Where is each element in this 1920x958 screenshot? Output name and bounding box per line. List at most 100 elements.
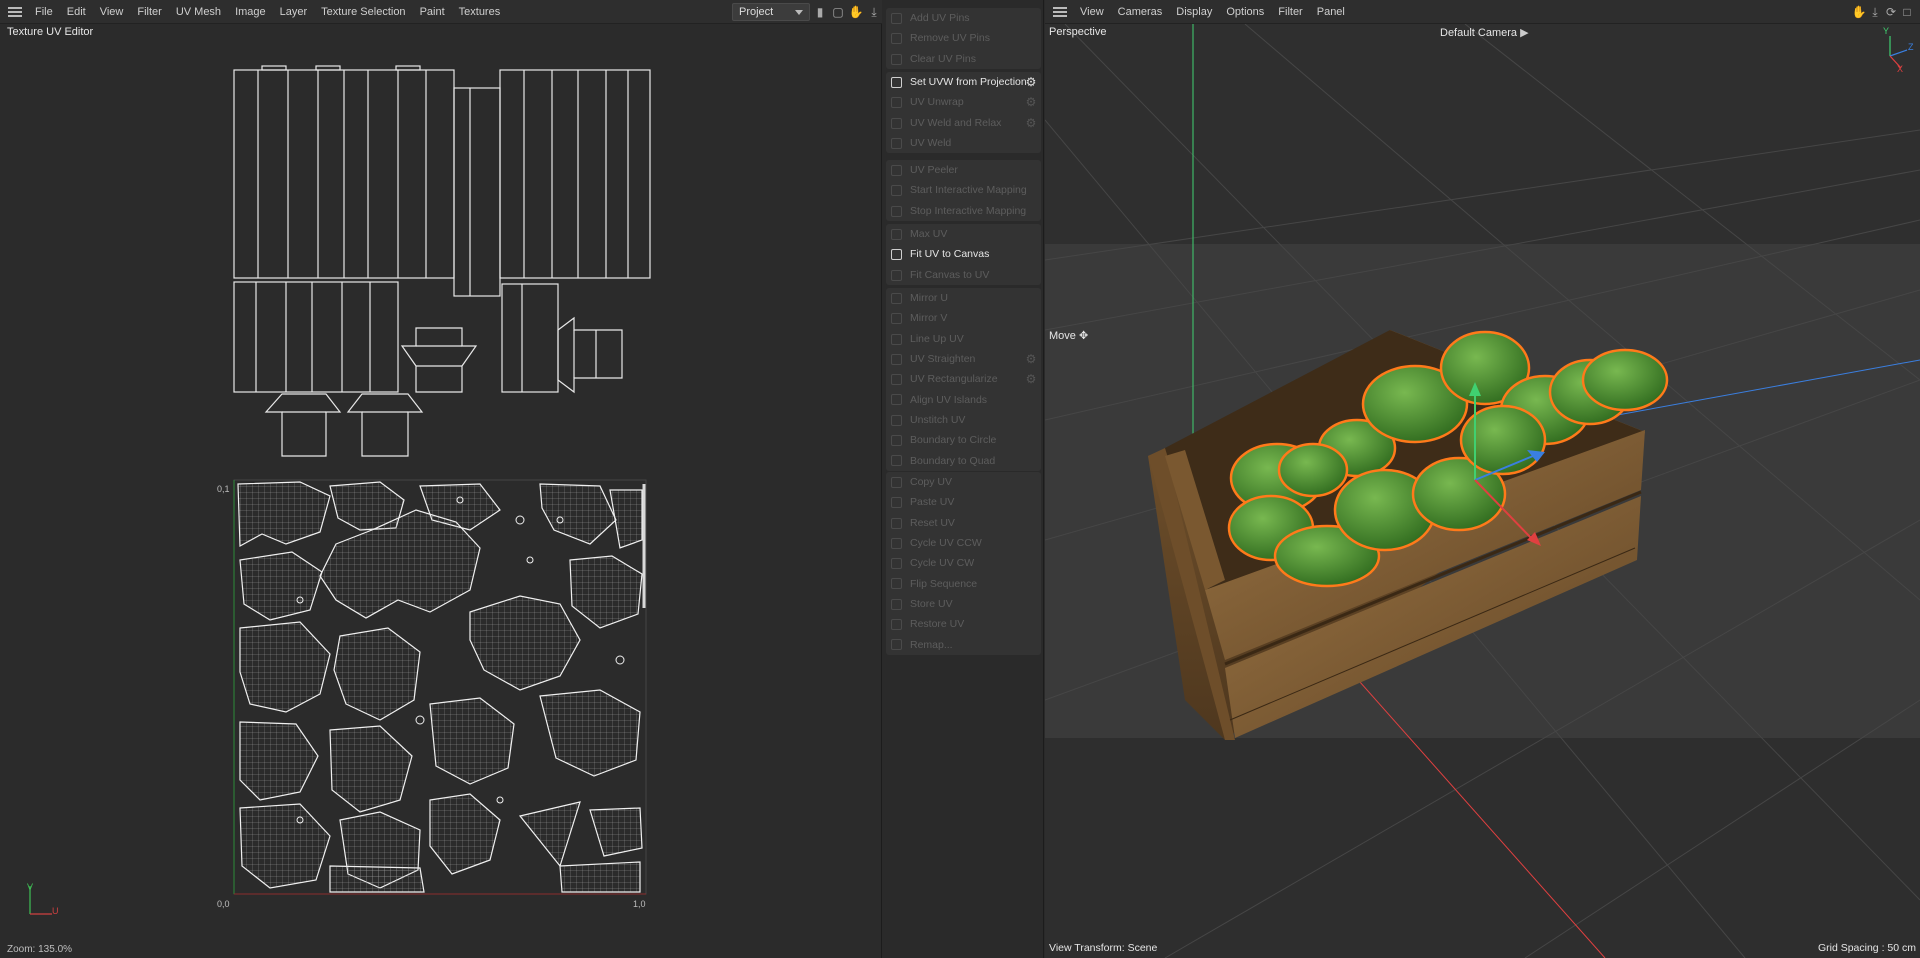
command-uv-weld-and-relax[interactable]: UV Weld and Relax ⚙ bbox=[886, 113, 1041, 133]
command-start-interactive-mapping[interactable]: Start Interactive Mapping bbox=[886, 180, 1041, 200]
command-unstitch-uv[interactable]: Unstitch UV bbox=[886, 410, 1041, 430]
command-label: Align UV Islands bbox=[910, 393, 988, 406]
command-fit-canvas-to-uv[interactable]: Fit Canvas to UV bbox=[886, 265, 1041, 285]
gear-icon[interactable]: ⚙ bbox=[1025, 353, 1037, 365]
rotate-view-icon[interactable]: ⟳ bbox=[1883, 4, 1899, 20]
gear-icon[interactable]: ⚙ bbox=[1025, 96, 1037, 108]
uv-menu-image[interactable]: Image bbox=[228, 0, 273, 24]
camera-name[interactable]: Default Camera ▶ bbox=[1440, 26, 1529, 39]
command-reset-uv[interactable]: Reset UV bbox=[886, 513, 1041, 533]
align-uv-islands-icon bbox=[891, 394, 902, 406]
project-dropdown[interactable]: Project bbox=[732, 3, 810, 21]
view-name: Perspective bbox=[1049, 26, 1107, 38]
command-max-uv[interactable]: Max UV bbox=[886, 224, 1041, 244]
gear-icon[interactable]: ⚙ bbox=[1025, 76, 1037, 88]
pan-hand-icon[interactable]: ✋ bbox=[848, 4, 864, 20]
maximize-view-icon[interactable]: □ bbox=[1899, 4, 1915, 20]
viewport-menu-options[interactable]: Options bbox=[1219, 0, 1271, 24]
uv-menu-view[interactable]: View bbox=[93, 0, 131, 24]
gear-icon[interactable]: ⚙ bbox=[1025, 373, 1037, 385]
command-restore-uv[interactable]: Restore UV bbox=[886, 614, 1041, 634]
command-align-uv-islands[interactable]: Align UV Islands bbox=[886, 389, 1041, 409]
command-mirror-v[interactable]: Mirror V bbox=[886, 308, 1041, 328]
gear-icon[interactable]: ⚙ bbox=[1025, 117, 1037, 129]
command-cycle-uv-ccw[interactable]: Cycle UV CCW bbox=[886, 533, 1041, 553]
command-label: UV Unwrap bbox=[910, 96, 964, 109]
command-label: Add UV Pins bbox=[910, 12, 970, 25]
uv-gizmo-u-label: U bbox=[52, 906, 59, 916]
hamburger-menu-icon[interactable] bbox=[1053, 6, 1067, 17]
uv-menu-paint[interactable]: Paint bbox=[413, 0, 452, 24]
command-clear-uv-pins[interactable]: Clear UV Pins bbox=[886, 49, 1041, 69]
add-uv-pins-icon bbox=[891, 13, 902, 24]
command-remove-uv-pins[interactable]: Remove UV Pins bbox=[886, 28, 1041, 48]
command-stop-interactive-mapping[interactable]: Stop Interactive Mapping bbox=[886, 201, 1041, 221]
histogram-icon[interactable]: ▮ bbox=[812, 4, 828, 20]
3d-viewport[interactable]: View Cameras Display Options Filter Panel ✋ ⤓… bbox=[1045, 0, 1920, 958]
command-uv-peeler[interactable]: UV Peeler bbox=[886, 160, 1041, 180]
command-label: Fit Canvas to UV bbox=[910, 268, 990, 281]
pan-hand-icon[interactable]: ✋ bbox=[1851, 4, 1867, 20]
viewport-menu-cameras[interactable]: Cameras bbox=[1111, 0, 1170, 24]
cycle-uv-ccw-icon bbox=[891, 537, 902, 549]
command-label: UV Weld bbox=[910, 137, 952, 150]
command-copy-uv[interactable]: Copy UV bbox=[886, 472, 1041, 492]
viewport-menu-display[interactable]: Display bbox=[1169, 0, 1219, 24]
command-label: Max UV bbox=[910, 228, 948, 241]
command-remap[interactable]: Remap... bbox=[886, 634, 1041, 654]
max-uv-icon bbox=[891, 229, 902, 240]
command-paste-uv[interactable]: Paste UV bbox=[886, 492, 1041, 512]
uv-menu-layer[interactable]: Layer bbox=[273, 0, 315, 24]
command-flip-sequence[interactable]: Flip Sequence bbox=[886, 573, 1041, 593]
command-label: Mirror U bbox=[910, 292, 948, 305]
uv-unwrap-icon bbox=[891, 97, 902, 109]
uv-menu-edit[interactable]: Edit bbox=[60, 0, 93, 24]
view-axis-y-label: Y bbox=[1883, 26, 1890, 36]
command-mirror-u[interactable]: Mirror U bbox=[886, 288, 1041, 308]
command-uv-unwrap[interactable]: UV Unwrap ⚙ bbox=[886, 92, 1041, 112]
command-label: Remove UV Pins bbox=[910, 32, 990, 45]
viewport-menu-view[interactable]: View bbox=[1073, 0, 1111, 24]
flip-sequence-icon bbox=[891, 578, 902, 590]
remove-uv-pins-icon bbox=[891, 33, 902, 45]
viewport-menu-filter[interactable]: Filter bbox=[1271, 0, 1309, 24]
hamburger-menu-icon[interactable] bbox=[8, 6, 22, 17]
command-line-up-uv[interactable]: Line Up UV bbox=[886, 329, 1041, 349]
project-dropdown-value: Project bbox=[739, 6, 774, 18]
uv-menu-textures[interactable]: Textures bbox=[452, 0, 508, 24]
command-uv-weld[interactable]: UV Weld bbox=[886, 133, 1041, 153]
uv-menu-texture-selection[interactable]: Texture Selection bbox=[314, 0, 412, 24]
viewport-scene[interactable] bbox=[1045, 0, 1920, 958]
uv-menu-filter[interactable]: Filter bbox=[130, 0, 168, 24]
command-label: Boundary to Quad bbox=[910, 454, 996, 467]
crate-uv-islands bbox=[233, 65, 651, 457]
boundary-to-circle-icon bbox=[891, 435, 902, 447]
command-set-uvw-from-projection[interactable]: Set UVW from Projection ⚙ bbox=[886, 72, 1041, 92]
command-store-uv[interactable]: Store UV bbox=[886, 594, 1041, 614]
fit-uv-to-canvas-icon bbox=[891, 249, 902, 261]
lock-icon[interactable]: ▢ bbox=[830, 4, 846, 20]
viewport-menu-panel[interactable]: Panel bbox=[1310, 0, 1352, 24]
command-uv-straighten[interactable]: UV Straighten ⚙ bbox=[886, 349, 1041, 369]
mirror-v-icon bbox=[891, 313, 902, 325]
move-down-icon[interactable]: ⤓ bbox=[866, 4, 882, 20]
paste-uv-icon bbox=[891, 497, 902, 509]
active-tool: Move ✥ bbox=[1049, 329, 1088, 342]
uv-axis-u-max: 1,0 bbox=[633, 899, 646, 909]
set-uvw-from-projection-icon bbox=[891, 77, 902, 88]
command-label: Remap... bbox=[910, 638, 953, 651]
command-boundary-to-quad[interactable]: Boundary to Quad bbox=[886, 450, 1041, 470]
uv-canvas[interactable] bbox=[0, 40, 882, 940]
uv-commands-panel: Add UV Pins Remove UV Pins Clear UV Pins Se… bbox=[883, 0, 1044, 958]
command-uv-rectangularize[interactable]: UV Rectangularize ⚙ bbox=[886, 369, 1041, 389]
command-fit-uv-to-canvas[interactable]: Fit UV to Canvas bbox=[886, 244, 1041, 264]
uv-menu-file[interactable]: File bbox=[28, 0, 60, 24]
command-cycle-uv-cw[interactable]: Cycle UV CW bbox=[886, 553, 1041, 573]
move-icon: ✥ bbox=[1078, 330, 1089, 342]
uv-straighten-icon bbox=[891, 353, 902, 365]
command-add-uv-pins[interactable]: Add UV Pins bbox=[886, 8, 1041, 28]
command-boundary-to-circle[interactable]: Boundary to Circle bbox=[886, 430, 1041, 450]
uv-menu-uv-mesh[interactable]: UV Mesh bbox=[169, 0, 228, 24]
boundary-to-quad-icon bbox=[891, 455, 902, 467]
move-view-icon[interactable]: ⤓ bbox=[1867, 4, 1883, 20]
